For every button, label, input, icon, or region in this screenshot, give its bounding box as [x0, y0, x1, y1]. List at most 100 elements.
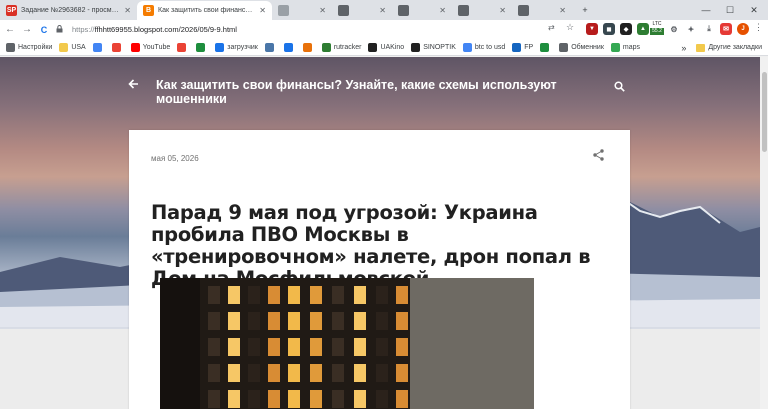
bookmark-label: Настройки — [18, 43, 53, 51]
browser-tab[interactable]: SP Задание №2963682 - просмотр з ✕ — [0, 1, 137, 20]
settings-extension-icon[interactable]: ⚙ — [668, 23, 680, 35]
bookmark-item[interactable]: YouTube — [130, 42, 171, 52]
bookmarks-right: » Другие закладки — [681, 39, 762, 56]
back-button[interactable]: ← — [3, 23, 17, 37]
tab-favicon-icon — [518, 5, 529, 16]
bookmark-item[interactable]: FP — [512, 42, 534, 52]
scrollbar-thumb[interactable] — [762, 72, 767, 152]
close-window-button[interactable]: ✕ — [744, 0, 764, 20]
puzzle-extension-icon[interactable]: ◼ — [603, 23, 615, 35]
post-card: мая 05, 2026 Парад 9 мая под угрозой: Ук… — [129, 130, 630, 409]
address-bar[interactable]: https:// ffhhtt69955.blogspot.com/2026/0… — [56, 21, 556, 38]
shield-extension-icon[interactable]: ▼ — [586, 23, 598, 35]
bookmark-item[interactable] — [196, 42, 208, 52]
bookmark-item[interactable] — [111, 42, 124, 52]
search-icon[interactable] — [614, 79, 625, 97]
menu-icon[interactable]: ⋮ — [754, 22, 763, 33]
tab-close-icon[interactable]: ✕ — [379, 6, 386, 15]
bookmark-item[interactable]: UAKino — [368, 42, 404, 52]
post-title: Парад 9 мая под угрозой: Украина пробила… — [151, 201, 591, 290]
back-arrow-icon[interactable] — [128, 76, 139, 92]
tab-close-icon[interactable]: ✕ — [499, 6, 506, 15]
google-icon — [462, 42, 472, 52]
browser-tab[interactable]: ✕ — [512, 1, 572, 20]
browser-tab[interactable]: ✕ — [332, 1, 392, 20]
bookmark-item[interactable]: maps — [610, 42, 640, 52]
tab-close-icon[interactable]: ✕ — [319, 6, 326, 15]
bookmark-label: btc to usd — [474, 43, 506, 51]
ltc-value: 55.2 — [650, 28, 664, 35]
tab-close-icon[interactable]: ✕ — [439, 6, 446, 15]
bookmark-label: FP — [524, 43, 534, 51]
bookmark-item[interactable] — [283, 42, 296, 52]
tab-close-icon[interactable]: ✕ — [124, 6, 131, 15]
mail-extension-icon[interactable]: ✉ — [720, 23, 732, 35]
post-image — [160, 278, 534, 409]
minimize-button[interactable]: — — [696, 0, 716, 20]
post-date[interactable]: мая 05, 2026 — [151, 154, 199, 163]
bookmarks-overflow-button[interactable]: » — [681, 43, 686, 53]
bookmark-item[interactable]: Настройки — [6, 42, 53, 52]
f-icon — [302, 42, 312, 52]
tab-favicon-icon — [458, 5, 469, 16]
tab-strip: SP Задание №2963682 - просмотр з ✕ B Как защ… — [0, 0, 768, 20]
download-icon[interactable]: ⤓ — [703, 23, 715, 35]
bookmark-item[interactable] — [264, 42, 277, 52]
google-icon — [92, 42, 102, 52]
other-bookmarks[interactable]: Другие закладки — [708, 44, 762, 51]
sinoptik-icon — [411, 42, 421, 52]
rutracker-icon — [321, 42, 331, 52]
bookmark-item[interactable]: USA — [59, 42, 86, 52]
browser-tab[interactable]: ✕ — [452, 1, 512, 20]
bookmark-item[interactable] — [177, 42, 189, 52]
reload-button[interactable]: C — [37, 23, 51, 37]
tab-favicon-icon: SP — [6, 5, 17, 16]
new-tab-button[interactable]: + — [575, 0, 595, 20]
building-night-photo — [160, 278, 534, 409]
chart-extension-icon[interactable]: ▲ — [637, 23, 649, 35]
sheet-icon — [540, 42, 550, 52]
bookmark-item[interactable]: SINOPTIK — [411, 42, 456, 52]
bookmark-item[interactable] — [540, 42, 552, 52]
bookmark-label: SINOPTIK — [423, 43, 456, 51]
lock-icon — [56, 24, 66, 35]
browser-tab[interactable]: ✕ — [392, 1, 452, 20]
bookmark-item[interactable] — [92, 42, 105, 52]
download-icon — [215, 42, 225, 52]
profile-avatar[interactable]: J — [737, 23, 749, 35]
maps-icon — [610, 42, 620, 52]
forward-button[interactable]: → — [20, 23, 34, 37]
ltc-label: LTC — [652, 21, 662, 27]
uakino-icon — [368, 42, 378, 52]
dark-extension-icon[interactable]: ◆ — [620, 23, 632, 35]
maximize-button[interactable]: ☐ — [720, 0, 740, 20]
tab-close-icon[interactable]: ✕ — [559, 6, 566, 15]
browser-tab[interactable]: B Как защитить свои финансы? Узна✕ — [137, 1, 272, 20]
tab-close-icon[interactable]: ✕ — [259, 6, 266, 15]
drive-icon — [196, 42, 206, 52]
bookmark-item[interactable]: btc to usd — [462, 42, 506, 52]
doc-icon — [283, 42, 293, 52]
fp-icon — [512, 42, 522, 52]
tab-title: Задание №2963682 - просмотр з — [21, 7, 122, 14]
bookmark-star-icon[interactable]: ☆ — [566, 22, 574, 33]
gear-icon — [6, 42, 15, 52]
bookmark-item[interactable]: rutracker — [321, 42, 362, 52]
bookmark-item[interactable] — [302, 42, 315, 52]
bookmark-label: загрузчик — [227, 43, 258, 51]
share-icon[interactable] — [593, 148, 604, 166]
bookmarks-bar: Настройки USA YouTube загрузчик rutracker UAK… — [0, 39, 768, 56]
folder-icon — [59, 42, 69, 52]
bookmark-label: YouTube — [142, 43, 171, 51]
exchange-icon — [559, 42, 569, 52]
translate-icon[interactable]: ⇄ — [548, 23, 555, 32]
ltc-extension[interactable]: LTC 55.2 — [650, 21, 664, 37]
bookmark-label: Обменник — [571, 43, 604, 51]
url-scheme: https:// — [72, 25, 95, 34]
browser-tab[interactable]: ✕ — [272, 1, 332, 20]
blog-title[interactable]: Как защитить свои финансы? Узнайте, каки… — [156, 78, 596, 106]
bookmark-item[interactable]: загрузчик — [215, 42, 258, 52]
bookmark-item[interactable]: Обменник — [559, 42, 604, 52]
extensions-icon[interactable]: ✦ — [685, 23, 697, 35]
bookmark-label: rutracker — [333, 43, 362, 51]
